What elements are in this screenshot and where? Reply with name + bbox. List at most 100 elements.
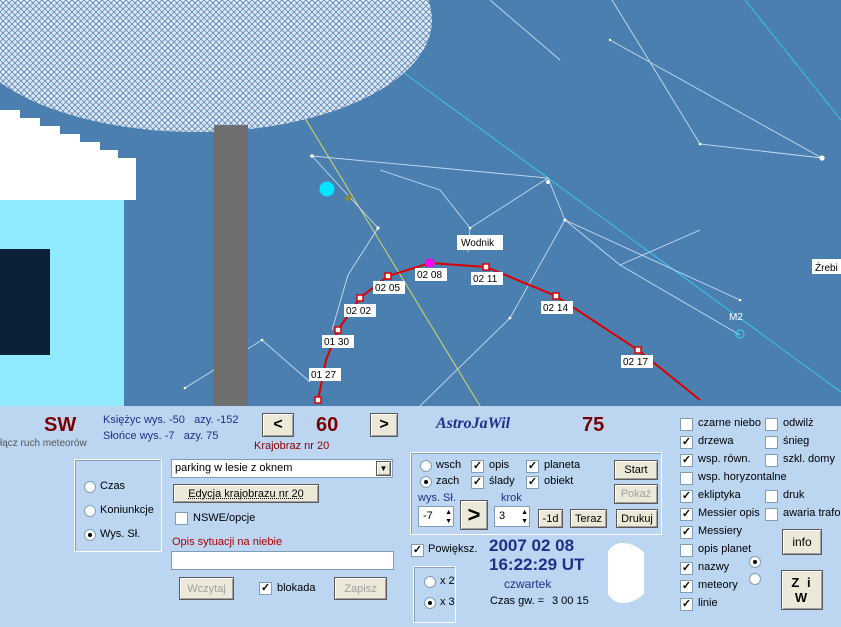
current-position-marker: [425, 258, 435, 268]
track-date-label: 01 27: [311, 370, 336, 381]
mode-label: Wys. Sł.: [100, 528, 141, 540]
option-label: opis planet: [698, 543, 752, 555]
meteor-motion-toggle[interactable]: łącz ruch meteorów: [0, 438, 87, 449]
direction-label: SW: [44, 414, 77, 436]
option-checkbox[interactable]: [765, 418, 778, 431]
spinner-arrows-icon[interactable]: ▲ ▼: [521, 508, 528, 526]
sun-alt-value: -7: [423, 510, 433, 522]
option-checkbox[interactable]: [680, 544, 693, 557]
mode-label: Koniunkcje: [100, 504, 154, 516]
right-value: 75: [582, 414, 605, 436]
track-date-label: 02 02: [346, 306, 371, 317]
option-checkbox[interactable]: ✓: [680, 436, 693, 449]
mode-radio[interactable]: [84, 481, 96, 493]
sun-info: Słońce wys. -7 azy. 75: [103, 430, 219, 442]
landscape-select-value: parking w lesie z oknem: [175, 462, 293, 474]
load-button[interactable]: Wczytaj: [179, 577, 234, 600]
option-checkbox[interactable]: [680, 472, 693, 485]
landscape-number-label: Krajobraz nr 20: [254, 440, 330, 452]
info-button[interactable]: info: [782, 529, 822, 555]
save-button[interactable]: Zapisz: [334, 577, 387, 600]
sky-description-input[interactable]: [171, 551, 394, 570]
track-date-label: 02 08: [417, 270, 442, 281]
option-label: drzewa: [698, 435, 734, 447]
zoom-x2-radio[interactable]: [424, 576, 436, 588]
dropdown-arrow-icon[interactable]: ▼: [376, 461, 391, 476]
track-date-label: 02 14: [543, 303, 568, 314]
track-point: [356, 294, 364, 302]
sun-alt-spinner[interactable]: -7 ▲ ▼: [418, 506, 454, 527]
edit-landscape-button[interactable]: Edycja krajobrazu nr 20: [173, 484, 319, 503]
go-button[interactable]: >: [460, 500, 488, 530]
option-checkbox[interactable]: ✓: [680, 562, 693, 575]
print-button[interactable]: Drukuj: [616, 509, 658, 528]
track-date-label: 02 11: [473, 274, 498, 285]
set-radio[interactable]: [420, 476, 432, 488]
now-button[interactable]: Teraz: [570, 509, 607, 528]
option-label: odwilż: [783, 417, 814, 429]
zoom-x3-label: x 3: [440, 596, 455, 608]
option-label: wsp. horyzontalne: [698, 471, 787, 483]
option-checkbox[interactable]: ✓: [680, 508, 693, 521]
edge-constellation-label: Źrebi: [815, 261, 838, 274]
next-azimuth-button[interactable]: >: [370, 413, 398, 437]
start-button[interactable]: Start: [614, 460, 658, 480]
track-date-label: 02 17: [623, 357, 648, 368]
app-title: AstroJaWil: [436, 415, 511, 432]
option-checkbox[interactable]: [765, 436, 778, 449]
lock-label: blokada: [277, 582, 316, 594]
landscape-select[interactable]: parking w lesie z oknem: [171, 459, 393, 478]
show-button[interactable]: Pokaż: [614, 484, 658, 504]
ziw-button[interactable]: Z i W: [781, 570, 823, 610]
option-checkbox[interactable]: ✓: [680, 454, 693, 467]
option-label: czarne niebo: [698, 417, 761, 429]
object-label: obiekt: [544, 475, 574, 487]
sidereal-value: 3 00 15: [552, 595, 589, 607]
option-checkbox[interactable]: ✓: [680, 526, 693, 539]
track-date-label: 01 30: [324, 337, 349, 348]
option-checkbox[interactable]: [680, 418, 693, 431]
nswe-checkbox[interactable]: [175, 512, 188, 525]
track-date-label: 02 05: [375, 283, 400, 294]
option-checkbox[interactable]: ✓: [680, 598, 693, 611]
object-checkbox[interactable]: ✓: [526, 476, 539, 489]
rise-radio[interactable]: [420, 460, 432, 472]
option-label: Messiery: [698, 525, 743, 537]
minus-day-button[interactable]: -1d: [538, 509, 563, 528]
sidereal-label: Czas gw. =: [490, 595, 545, 607]
step-value: 3: [499, 510, 506, 522]
planet-checkbox[interactable]: ✓: [526, 460, 539, 473]
spinner-arrows-icon[interactable]: ▲ ▼: [445, 508, 452, 526]
option-checkbox[interactable]: [765, 454, 778, 467]
rise-label: wsch: [436, 459, 462, 471]
option-checkbox[interactable]: [765, 508, 778, 521]
track-point: [384, 272, 392, 280]
mode-radio[interactable]: [84, 529, 96, 541]
option-label: wsp. równ.: [698, 453, 751, 465]
trails-checkbox[interactable]: ✓: [471, 476, 484, 489]
sky-view[interactable]: M2 Wodnik Źrebi 01 27 01 30 02 02 02 05 02 0…: [0, 0, 841, 406]
names-mode-radio[interactable]: [749, 556, 761, 568]
option-checkbox[interactable]: [765, 490, 778, 503]
track-point: [634, 346, 642, 354]
zoom-x3-radio[interactable]: [424, 597, 436, 609]
track-point: [314, 396, 322, 404]
weekday-display: czwartek: [504, 577, 552, 591]
planet-label: planeta: [544, 459, 581, 471]
sky-description-label: Opis sytuacji na niebie: [172, 536, 283, 548]
zoom-x2-label: x 2: [440, 575, 455, 587]
meteors-mode-radio[interactable]: [749, 573, 761, 585]
planet-marker[interactable]: [319, 181, 335, 197]
desc-checkbox[interactable]: ✓: [471, 460, 484, 473]
lock-checkbox[interactable]: ✓: [259, 582, 272, 595]
control-panel: SW Księżyc wys. -50 azy. -152 Słońce wys…: [0, 406, 841, 627]
prev-azimuth-button[interactable]: <: [262, 413, 294, 437]
option-checkbox[interactable]: ✓: [680, 580, 693, 593]
step-spinner[interactable]: 3 ▲ ▼: [494, 506, 530, 527]
option-checkbox[interactable]: ✓: [680, 490, 693, 503]
desc-label: opis: [489, 459, 510, 471]
zoom-checkbox[interactable]: ✓: [411, 544, 424, 557]
house-window: [0, 249, 50, 355]
mode-radio[interactable]: [84, 505, 96, 517]
option-label: linie: [698, 597, 718, 609]
